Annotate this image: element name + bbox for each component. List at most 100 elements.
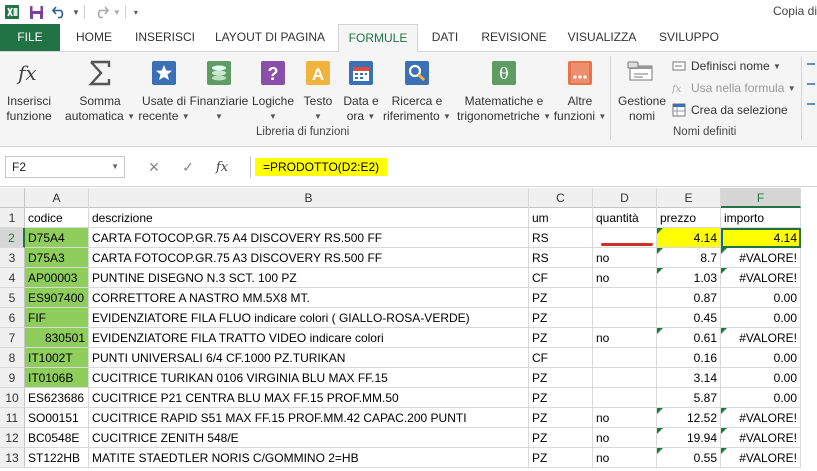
row-header[interactable]: 5	[0, 288, 25, 308]
cell-um[interactable]: PZ	[529, 428, 593, 448]
cell-um[interactable]: PZ	[529, 288, 593, 308]
cell-um[interactable]: RS	[529, 248, 593, 268]
cell-descrizione[interactable]: CUCITRICE TURIKAN 0106 VIRGINIA BLU MAX …	[89, 368, 529, 388]
cell-prezzo[interactable]: 3.14	[657, 368, 721, 388]
redo-dropdown-icon[interactable]: ▼	[113, 8, 121, 17]
cell-quantita[interactable]	[593, 348, 657, 368]
use-in-formula-button[interactable]: fx Usa nella formula ▼	[672, 78, 796, 98]
cell-um[interactable]: PZ	[529, 448, 593, 468]
cell-descrizione[interactable]: PUNTINE DISEGNO N.3 SCT. 100 PZ	[89, 268, 529, 288]
cell-quantita[interactable]	[593, 288, 657, 308]
cell-importo[interactable]: 0.00	[721, 348, 801, 368]
row-header[interactable]: 1	[0, 208, 25, 228]
column-header-d[interactable]: D	[593, 188, 657, 208]
math-functions-button[interactable]: θ Matematiche e trigonometriche ▼	[454, 55, 554, 127]
save-icon[interactable]	[24, 0, 48, 24]
cell-descrizione[interactable]: CORRETTORE A NASTRO MM.5X8 MT.	[89, 288, 529, 308]
cell-um[interactable]: CF	[529, 348, 593, 368]
cell-descrizione[interactable]: PUNTI UNIVERSALI 6/4 CF.1000 PZ.TURIKAN	[89, 348, 529, 368]
cell-codice[interactable]: D75A4	[25, 228, 89, 248]
cell-um[interactable]: PZ	[529, 308, 593, 328]
cell-codice[interactable]: FIF	[25, 308, 89, 328]
more-functions-button[interactable]: Altre funzioni ▼	[554, 55, 606, 127]
cell-codice[interactable]: 830501	[25, 328, 89, 348]
undo-dropdown-icon[interactable]: ▼	[72, 8, 80, 17]
cell-um[interactable]: PZ	[529, 388, 593, 408]
logical-functions-button[interactable]: ? Logiche ▼	[250, 55, 296, 127]
cell-codice[interactable]: SO00151	[25, 408, 89, 428]
cell-importo[interactable]: #VALORE!	[721, 268, 801, 288]
name-manager-button[interactable]: Gestione nomi	[614, 55, 670, 127]
cell-prezzo[interactable]: 19.94	[657, 428, 721, 448]
create-from-selection-button[interactable]: Crea da selezione	[672, 100, 788, 120]
cell-importo[interactable]: 4.14	[721, 228, 801, 248]
cell-codice[interactable]: ST122HB	[25, 448, 89, 468]
cell-descrizione[interactable]: descrizione	[89, 208, 529, 228]
cell-prezzo[interactable]: 8.7	[657, 248, 721, 268]
cell-importo[interactable]: #VALORE!	[721, 428, 801, 448]
cell-codice[interactable]: AP00003	[25, 268, 89, 288]
column-header-f[interactable]: F	[721, 188, 801, 208]
cell-importo[interactable]: 0.00	[721, 308, 801, 328]
cell-um[interactable]: PZ	[529, 408, 593, 428]
column-header-e[interactable]: E	[657, 188, 721, 208]
cell-descrizione[interactable]: CUCITRICE P21 CENTRA BLU MAX FF.15 PROF.…	[89, 388, 529, 408]
cell-um[interactable]: PZ	[529, 368, 593, 388]
cell-descrizione[interactable]: CUCITRICE RAPID S51 MAX FF.15 PROF.MM.42…	[89, 408, 529, 428]
redo-icon[interactable]	[89, 0, 113, 24]
cell-prezzo[interactable]: 1.03	[657, 268, 721, 288]
cell-importo[interactable]: #VALORE!	[721, 448, 801, 468]
cell-codice[interactable]: BC0548E	[25, 428, 89, 448]
tab-formule[interactable]: FORMULE	[338, 24, 418, 52]
row-header[interactable]: 8	[0, 348, 25, 368]
cell-importo[interactable]: #VALORE!	[721, 408, 801, 428]
row-header[interactable]: 12	[0, 428, 25, 448]
cell-importo[interactable]: importo	[721, 208, 801, 228]
row-header[interactable]: 6	[0, 308, 25, 328]
row-header[interactable]: 4	[0, 268, 25, 288]
tab-home[interactable]: HOME	[64, 24, 124, 51]
cell-quantita[interactable]	[593, 308, 657, 328]
row-header[interactable]: 10	[0, 388, 25, 408]
cancel-icon[interactable]: ✕	[137, 159, 171, 176]
row-header[interactable]: 3	[0, 248, 25, 268]
column-header-b[interactable]: B	[89, 188, 529, 208]
insert-function-button[interactable]: fx Inserisci funzione	[2, 55, 56, 127]
cell-descrizione[interactable]: MATITE STAEDTLER NORIS C/GOMMINO 2=HB	[89, 448, 529, 468]
cell-prezzo[interactable]: 12.52	[657, 408, 721, 428]
row-header[interactable]: 7	[0, 328, 25, 348]
cell-um[interactable]: PZ	[529, 328, 593, 348]
cell-descrizione[interactable]: CARTA FOTOCOP.GR.75 A3 DISCOVERY RS.500 …	[89, 248, 529, 268]
cell-quantita[interactable]: no	[593, 268, 657, 288]
cell-quantita[interactable]	[593, 368, 657, 388]
cell-quantita[interactable]: no	[593, 408, 657, 428]
row-header[interactable]: 13	[0, 448, 25, 468]
chevron-down-icon[interactable]: ▼	[111, 157, 119, 177]
tab-layout-di-pagina[interactable]: LAYOUT DI PAGINA	[206, 24, 334, 51]
cell-prezzo[interactable]: 0.45	[657, 308, 721, 328]
worksheet-grid[interactable]: A B C D E F 1 codice descrizione um quantità prezzo…	[0, 188, 817, 471]
cell-prezzo[interactable]: prezzo	[657, 208, 721, 228]
cell-quantita[interactable]: quantità	[593, 208, 657, 228]
cell-prezzo[interactable]: 0.61	[657, 328, 721, 348]
cell-quantita[interactable]: no	[593, 428, 657, 448]
tab-inserisci[interactable]: INSERISCI	[128, 24, 202, 51]
tab-revisione[interactable]: REVISIONE	[474, 24, 554, 51]
cell-um[interactable]: CF	[529, 268, 593, 288]
select-all-corner[interactable]	[0, 188, 25, 208]
cell-prezzo[interactable]: 5.87	[657, 388, 721, 408]
tab-sviluppo[interactable]: SVILUPPO	[650, 24, 728, 51]
cell-prezzo[interactable]: 0.16	[657, 348, 721, 368]
text-functions-button[interactable]: A Testo ▼	[298, 55, 338, 127]
cell-codice[interactable]: ES907400	[25, 288, 89, 308]
cell-prezzo[interactable]: 0.87	[657, 288, 721, 308]
insert-function-icon[interactable]: fx	[205, 160, 239, 175]
cell-prezzo[interactable]: 0.55	[657, 448, 721, 468]
formula-input[interactable]: =PRODOTTO(D2:E2)	[250, 156, 817, 178]
cell-importo[interactable]: 0.00	[721, 368, 801, 388]
cell-quantita[interactable]	[593, 388, 657, 408]
cell-importo[interactable]: 0.00	[721, 288, 801, 308]
tab-visualizza[interactable]: VISUALIZZA	[558, 24, 646, 51]
column-header-c[interactable]: C	[529, 188, 593, 208]
cell-quantita[interactable]: no	[593, 248, 657, 268]
